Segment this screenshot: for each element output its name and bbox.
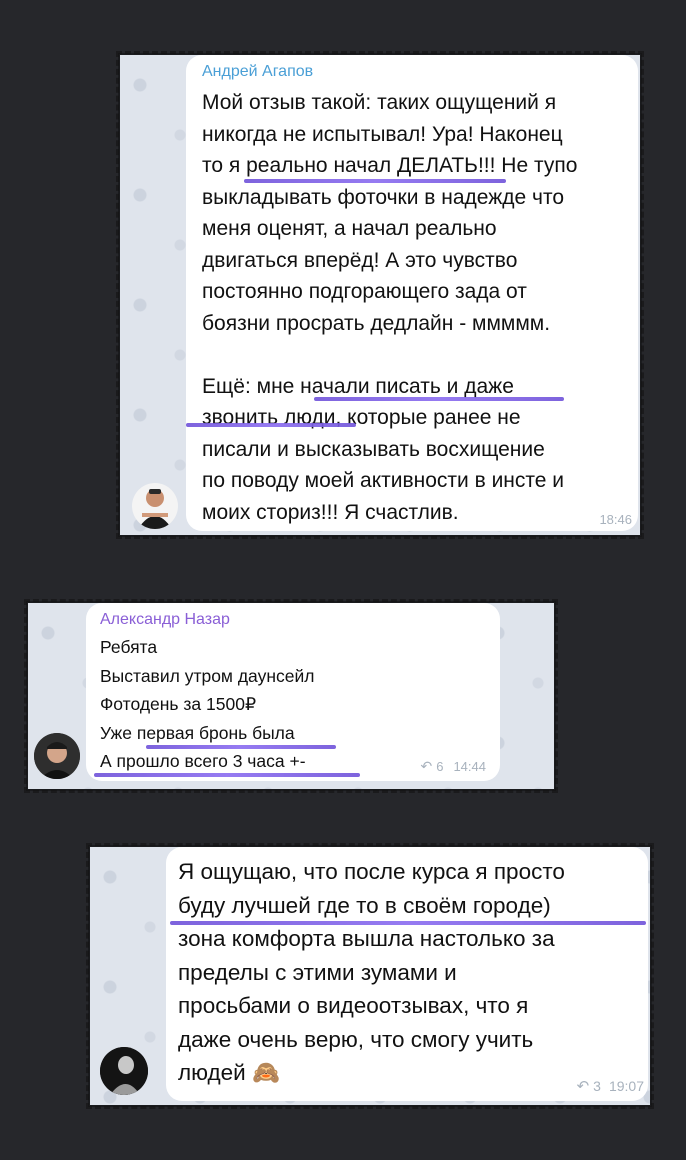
avatar-user-3[interactable] xyxy=(100,1047,148,1095)
sender-name[interactable]: Александр Назар xyxy=(100,611,230,629)
message-bubble-2[interactable]: Александр Назар Ребята Выставил утром да… xyxy=(86,603,500,781)
chat-screenshot-1: Андрей Агапов Мой отзыв такой: таких ощу… xyxy=(116,51,644,539)
avatar-andrey[interactable] xyxy=(132,483,178,529)
forward-arrow-icon: ↶ xyxy=(576,1078,590,1095)
message-text: Мой отзыв такой: таких ощущений я никогд… xyxy=(202,91,578,524)
chat-screenshot-3: Я ощущаю, что после курса я просто буду … xyxy=(86,843,654,1109)
message-meta: ↶ 3 19:07 xyxy=(577,1077,644,1095)
chat-screenshot-2: Александр Назар Ребята Выставил утром да… xyxy=(24,599,558,793)
highlight-underline xyxy=(314,397,564,401)
forward-arrow-icon: ↶ xyxy=(420,758,433,774)
avatar-aleksandr[interactable] xyxy=(34,733,80,779)
message-time: 18:46 xyxy=(599,512,632,527)
message-meta: 18:46 xyxy=(599,512,632,527)
message-bubble-1[interactable]: Андрей Агапов Мой отзыв такой: таких ощу… xyxy=(186,55,638,531)
sender-name[interactable]: Андрей Агапов xyxy=(202,63,313,81)
forward-count: 3 xyxy=(593,1078,601,1094)
message-time: 14:44 xyxy=(453,759,486,774)
highlight-underline xyxy=(146,745,336,749)
highlight-underline xyxy=(186,423,356,427)
message-text: Ребята Выставил утром даунсейл Фотодень … xyxy=(100,637,315,771)
forward-count: 6 xyxy=(436,759,444,774)
highlight-underline xyxy=(170,921,646,925)
message-bubble-3[interactable]: Я ощущаю, что после курса я просто буду … xyxy=(166,847,648,1101)
message-meta: ↶ 6 14:44 xyxy=(420,758,486,775)
message-time: 19:07 xyxy=(608,1078,644,1094)
highlight-underline xyxy=(94,773,360,777)
message-text: Я ощущаю, что после курса я просто буду … xyxy=(178,859,565,1085)
highlight-underline xyxy=(244,179,506,183)
